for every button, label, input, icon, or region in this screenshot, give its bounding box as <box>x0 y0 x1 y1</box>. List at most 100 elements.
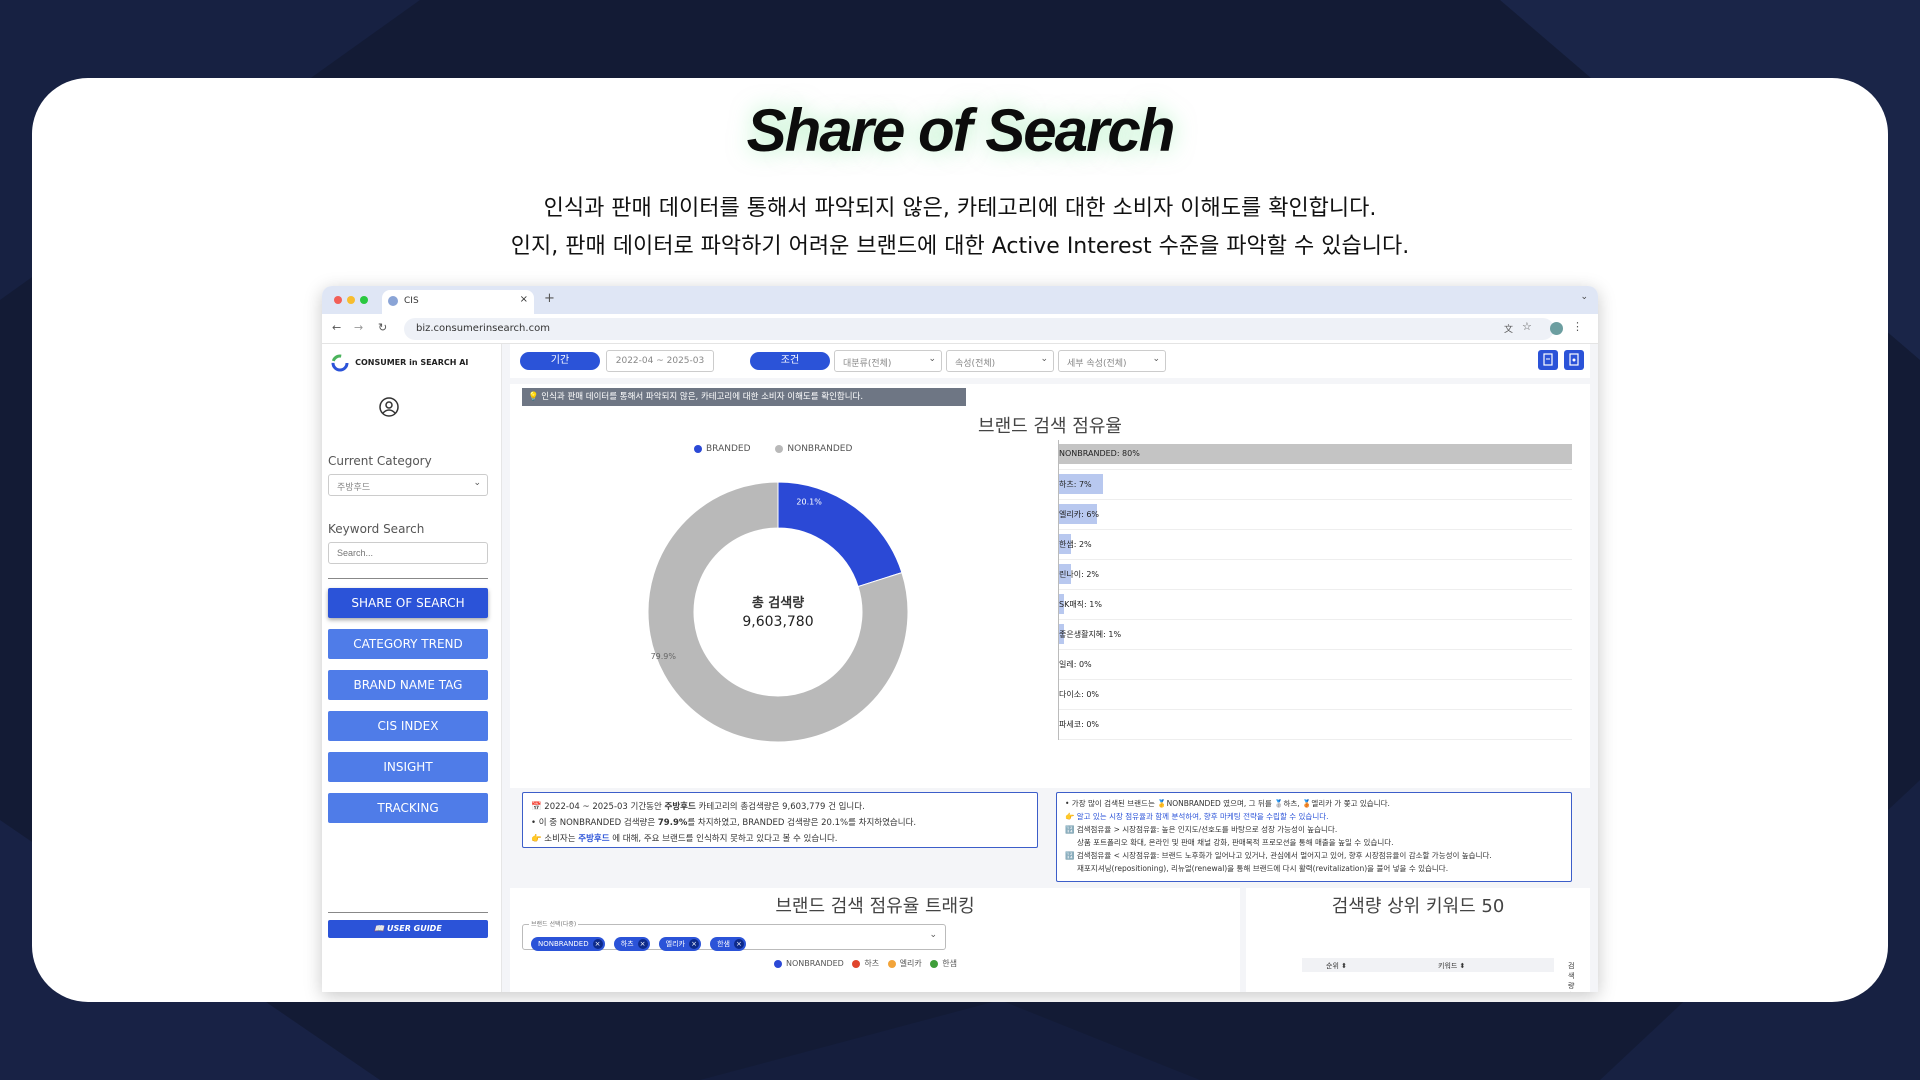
current-category-select[interactable]: 주방후드 ⌄ <box>328 474 488 496</box>
bar-row: 파세코: 0% <box>1058 710 1572 740</box>
bar-row: 하츠: 7% <box>1058 470 1572 500</box>
nav-cis-index[interactable]: CIS INDEX <box>328 711 488 741</box>
browser-window: CIS × + ⌄ ← → ↻ biz.consumerinsearch.com… <box>322 286 1598 992</box>
legend-label: NONBRANDED <box>787 444 853 454</box>
attribute-select[interactable]: 속성(전체) ⌄ <box>946 350 1054 372</box>
bar-label: 다이소: 0% <box>1059 690 1100 699</box>
keywords-table-header: 순위 ⬍ 키워드 ⬍ 검색량 ⬍ <box>1302 958 1574 992</box>
nav-brand-name-tag[interactable]: BRAND NAME TAG <box>328 670 488 700</box>
translate-icon[interactable]: 文 <box>1504 322 1513 335</box>
tab-title: CIS <box>404 296 419 306</box>
legend-dot <box>774 959 782 968</box>
donut-legend: BRANDED NONBRANDED <box>694 444 852 454</box>
donut-label-branded: 20.1% <box>796 497 822 506</box>
logo-icon <box>331 354 349 371</box>
bar-row: 엘리카: 6% <box>1058 500 1572 530</box>
current-category-value: 주방후드 <box>337 483 371 493</box>
export-file-button[interactable] <box>1564 350 1584 370</box>
tracking-panel: 브랜드 검색 점유율 트래킹 브랜드 선택(다중) NONBRANDED × 하츠… <box>510 888 1240 992</box>
period-value: 2022-04 ~ 2025-03 <box>615 356 705 366</box>
chip-label: NONBRANDED <box>538 940 589 948</box>
period-select[interactable]: 2022-04 ~ 2025-03 <box>606 350 714 372</box>
hero-subtitle-line2: 인지, 판매 데이터로 파악하기 어려운 브랜드에 대한 Active Inte… <box>510 234 1410 259</box>
chip-remove-icon[interactable]: × <box>733 939 744 949</box>
legend-dot <box>852 959 861 968</box>
user-guide-button[interactable]: 📖 USER GUIDE <box>328 920 488 938</box>
major-category-value: 대분류(전체) <box>843 359 892 369</box>
period-label: 기간 <box>520 352 600 370</box>
summary-line-2: • 이 중 NONBRANDED 검색량은 79.9%를 차지하였고, BRAN… <box>531 818 917 828</box>
reload-icon[interactable]: ↻ <box>378 321 387 334</box>
bar-label: 엘리카: 6% <box>1059 510 1100 519</box>
browser-tab[interactable]: CIS × <box>382 290 534 314</box>
legend-item[interactable]: 엘리카 <box>887 959 922 968</box>
legend-label: 하츠 <box>864 959 880 968</box>
chevron-down-icon: ⌄ <box>1040 354 1048 364</box>
sub-attribute-value: 세부 속성(전체) <box>1067 359 1127 369</box>
donut-center-label: 총 검색량 <box>751 596 805 611</box>
legend-dot <box>775 444 784 453</box>
address-bar[interactable]: biz.consumerinsearch.com <box>404 318 1554 340</box>
hero-subtitle-line1: 인식과 판매 데이터를 통해서 파악되지 않은, 카테고리에 대한 소비자 이해… <box>543 196 1377 221</box>
bar-row: 좋은생활지혜: 1% <box>1058 620 1572 650</box>
brand-chip[interactable]: 한샘 × <box>710 937 746 951</box>
chip-remove-icon[interactable]: × <box>592 939 603 949</box>
nav-share-of-search[interactable]: SHARE OF SEARCH <box>328 588 488 618</box>
sub-attribute-select[interactable]: 세부 속성(전체) ⌄ <box>1058 350 1166 372</box>
keyword-search-label: Keyword Search <box>328 522 425 536</box>
user-avatar-icon[interactable] <box>378 396 400 422</box>
keywords-panel-title: 검색량 상위 키워드 50 <box>1331 896 1505 917</box>
legend-item-branded[interactable]: BRANDED <box>694 444 753 454</box>
forward-icon[interactable]: → <box>354 321 363 334</box>
nav-tracking[interactable]: TRACKING <box>328 793 488 823</box>
minimize-window-icon[interactable] <box>347 296 355 304</box>
bar-row: 일레: 0% <box>1058 650 1572 680</box>
keyword-search-input[interactable] <box>328 542 488 564</box>
export-pdf-button[interactable] <box>1538 350 1558 370</box>
tracking-legend: NONBRANDED 하츠 엘리카 한샘 <box>774 958 957 969</box>
bookmark-star-icon[interactable]: ☆ <box>1522 320 1532 333</box>
maximize-window-icon[interactable] <box>360 296 368 304</box>
back-icon[interactable]: ← <box>332 321 341 334</box>
brand-chip[interactable]: NONBRANDED × <box>531 937 605 951</box>
brand-chip[interactable]: 엘리카 × <box>658 937 701 951</box>
browser-menu-icon[interactable]: ⋮ <box>1572 320 1583 333</box>
chip-label: 하츠 <box>620 940 634 948</box>
new-tab-icon[interactable]: + <box>544 291 555 306</box>
bar-axis <box>1058 440 1059 740</box>
legend-dot <box>887 959 896 968</box>
chip-remove-icon[interactable]: × <box>689 939 699 949</box>
brand-share-bar-chart: NONBRANDED: 80% 하츠: 7% 엘리카: 6% 한샘: 2% 린나이: 2… <box>1058 440 1572 740</box>
nav-category-trend[interactable]: CATEGORY TREND <box>328 629 488 659</box>
major-category-select[interactable]: 대분류(전체) ⌄ <box>834 350 942 372</box>
column-volume[interactable]: 검색량 ⬍ <box>1568 961 1574 992</box>
bar-label: 하츠: 7% <box>1059 480 1092 489</box>
brand-chip[interactable]: 하츠 × <box>613 937 650 951</box>
summary-box-left: 📅 2022-04 ~ 2025-03 기간동안 주방후드 카테고리의 총검색량… <box>522 792 1038 848</box>
condition-label: 조건 <box>750 352 830 370</box>
column-rank[interactable]: 순위 ⬍ <box>1326 961 1347 971</box>
chevron-down-icon: ⌄ <box>929 930 937 940</box>
summary-box-right: • 가장 많이 검색된 브랜드는 🥇NONBRANDED 였으며, 그 뒤를 🥈… <box>1056 792 1572 882</box>
app-area: CONSUMER in SEARCH AI Current Category 주… <box>322 344 1598 992</box>
close-window-icon[interactable] <box>334 296 342 304</box>
tab-close-icon[interactable]: × <box>520 294 528 305</box>
legend-item-nonbranded[interactable]: NONBRANDED <box>775 444 852 454</box>
legend-dot <box>930 959 939 968</box>
legend-item[interactable]: NONBRANDED <box>774 959 844 968</box>
profile-avatar-icon[interactable] <box>1550 322 1563 335</box>
summary-right-line-1: • 가장 많이 검색된 브랜드는 🥇NONBRANDED 였으며, 그 뒤를 🥈… <box>1065 799 1390 808</box>
column-keyword[interactable]: 키워드 ⬍ <box>1438 961 1465 971</box>
chip-remove-icon[interactable]: × <box>637 939 648 949</box>
chip-label: 한샘 <box>717 940 730 948</box>
legend-item[interactable]: 한샘 <box>930 959 957 968</box>
file-export-icon <box>1543 353 1553 366</box>
nav-insight[interactable]: INSIGHT <box>328 752 488 782</box>
brand-multiselect[interactable]: 브랜드 선택(다중) NONBRANDED × 하츠 × 엘리카 × 한샘 × ⌄ <box>522 919 946 951</box>
tab-dropdown-icon[interactable]: ⌄ <box>1580 292 1588 302</box>
share-panel-title: 브랜드 검색 점유율 <box>978 416 1122 437</box>
legend-label: BRANDED <box>706 444 751 454</box>
brand-multiselect-label: 브랜드 선택(다중) <box>529 919 579 928</box>
bar-row: SK매직: 1% <box>1058 590 1572 620</box>
legend-item[interactable]: 하츠 <box>852 959 879 968</box>
